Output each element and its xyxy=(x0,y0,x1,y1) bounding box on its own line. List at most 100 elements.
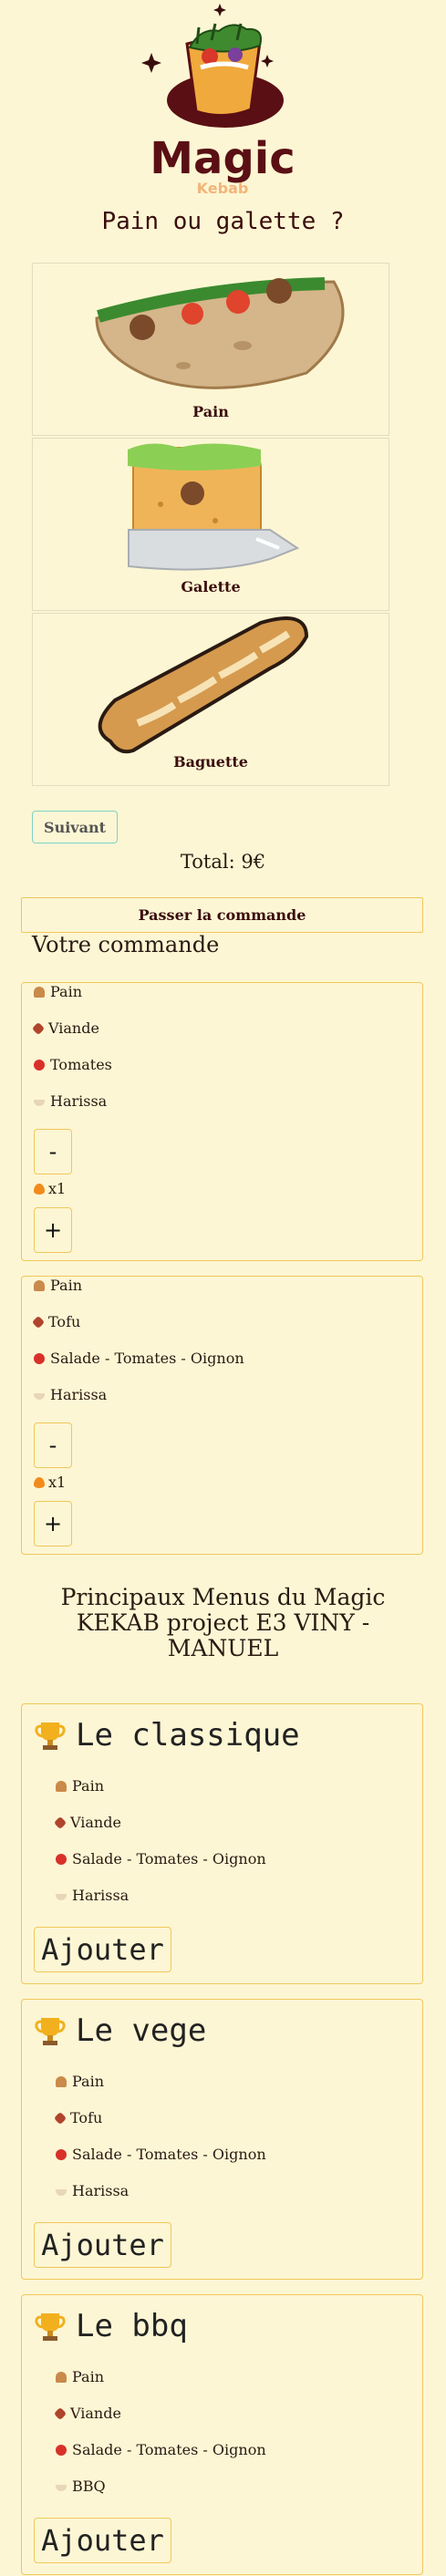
kebab-logo-icon xyxy=(185,23,262,117)
menu-item-label: Viande xyxy=(70,1814,121,1831)
menu-title: Le bbq xyxy=(34,2308,188,2344)
order-item-label: Pain xyxy=(50,983,83,1000)
menu-item-label: Pain xyxy=(72,1777,105,1795)
menu-item-label: Tofu xyxy=(70,2109,103,2126)
fire-icon xyxy=(34,1476,45,1488)
meat-icon xyxy=(31,1315,46,1329)
meat-icon xyxy=(53,1816,67,1829)
menu-item-label: Harissa xyxy=(72,1887,130,1904)
order-item: Salade - Tomates - Oignon xyxy=(34,1350,244,1367)
menu-item-label: Salade - Tomates - Oignon xyxy=(72,2441,266,2458)
order-item-label: Tofu xyxy=(48,1313,81,1330)
logo-title: Magic xyxy=(150,133,295,184)
menu-item-label: BBQ xyxy=(72,2478,106,2495)
menu-item-label: Pain xyxy=(72,2073,105,2090)
tomato-icon xyxy=(34,1352,45,1364)
meat-icon xyxy=(53,2111,67,2125)
logo-subtitle: Kebab xyxy=(197,180,249,197)
sauce-icon xyxy=(34,1100,45,1106)
menus-heading: Principaux Menus du Magic KEKAB project … xyxy=(60,1584,386,1661)
menu-item-label: Salade - Tomates - Oignon xyxy=(72,1850,266,1867)
menu-card-vege: Le vege Pain Tofu Salade - Tomates - Oig… xyxy=(21,1999,423,2280)
order-item: Tofu xyxy=(31,1313,81,1330)
menu-item: BBQ xyxy=(56,2478,106,2495)
question-heading: Pain ou galette ? xyxy=(101,208,345,235)
menu-item: Harissa xyxy=(56,2182,129,2199)
order-card: Pain Viande Tomates Harissa - x1 + xyxy=(21,982,423,1261)
tomato-icon xyxy=(34,1059,45,1071)
order-heading: Votre commande xyxy=(32,932,220,957)
menu-item: Viande xyxy=(53,1814,121,1831)
order-item: Harissa xyxy=(34,1386,107,1403)
total-price: Total: 9€ xyxy=(180,851,266,873)
choice-pain[interactable]: Pain xyxy=(32,263,389,436)
bread-icon xyxy=(34,1279,45,1291)
choice-galette[interactable]: Galette xyxy=(32,438,389,611)
choice-label: Baguette xyxy=(173,753,248,771)
menu-item-label: Salade - Tomates - Oignon xyxy=(72,2146,266,2163)
meat-icon xyxy=(53,2406,67,2420)
trophy-icon xyxy=(35,1723,66,1750)
menu-item: Viande xyxy=(53,2405,121,2422)
menu-item: Salade - Tomates - Oignon xyxy=(56,2441,266,2458)
menu-title-label: Le classique xyxy=(76,1717,300,1754)
menu-title-label: Le vege xyxy=(76,2012,207,2049)
logo: Magic Kebab xyxy=(141,4,296,197)
menu-item: Pain xyxy=(56,2073,104,2090)
quantity-display: x1 xyxy=(34,1180,66,1197)
tomato-icon xyxy=(56,1853,67,1865)
order-card: Pain Tofu Salade - Tomates - Oignon Hari… xyxy=(21,1276,423,1555)
increase-quantity-button[interactable]: + xyxy=(34,1501,72,1547)
tomato-icon xyxy=(56,2444,67,2456)
add-menu-button[interactable]: Ajouter xyxy=(34,2518,171,2563)
menu-item: Pain xyxy=(56,2368,104,2385)
bread-icon xyxy=(56,2371,67,2383)
menu-card-classique: Le classique Pain Viande Salade - Tomate… xyxy=(21,1703,423,1984)
add-menu-button[interactable]: Ajouter xyxy=(34,2222,171,2268)
sauce-icon xyxy=(56,1894,67,1900)
sauce-icon xyxy=(56,2189,67,2196)
bread-icon xyxy=(56,1780,67,1792)
menu-title-label: Le bbq xyxy=(76,2308,188,2344)
order-item: Pain xyxy=(34,1277,82,1294)
menu-item-label: Viande xyxy=(70,2405,121,2422)
choice-baguette[interactable]: Baguette xyxy=(32,613,389,786)
order-item-label: Harissa xyxy=(50,1386,108,1403)
order-item: Tomates xyxy=(34,1056,112,1073)
tomato-icon xyxy=(56,2148,67,2160)
menu-card-bbq: Le bbq Pain Viande Salade - Tomates - Oi… xyxy=(21,2294,423,2575)
menu-title: Le vege xyxy=(34,2012,206,2049)
choice-label: Galette xyxy=(181,578,241,595)
order-item: Pain xyxy=(34,983,82,1000)
bread-icon xyxy=(34,986,45,998)
meat-icon xyxy=(31,1021,46,1035)
menu-item-label: Pain xyxy=(72,2368,105,2385)
quantity-display: x1 xyxy=(34,1474,66,1491)
decrease-quantity-button[interactable]: - xyxy=(34,1129,72,1174)
order-item: Viande xyxy=(31,1019,99,1037)
sauce-icon xyxy=(34,1393,45,1400)
sauce-icon xyxy=(56,2485,67,2491)
increase-quantity-button[interactable]: + xyxy=(34,1207,72,1253)
order-item-label: Salade - Tomates - Oignon xyxy=(50,1350,244,1367)
add-menu-button[interactable]: Ajouter xyxy=(34,1927,171,1972)
place-order-button[interactable]: Passer la commande xyxy=(21,897,423,933)
order-item-label: Harissa xyxy=(50,1092,108,1110)
menu-item-label: Harissa xyxy=(72,2182,130,2199)
order-item-label: Viande xyxy=(48,1019,99,1037)
trophy-icon xyxy=(35,2018,66,2045)
trophy-icon xyxy=(35,2313,66,2341)
menu-title: Le classique xyxy=(34,1717,300,1754)
menu-item: Pain xyxy=(56,1777,104,1795)
decrease-quantity-button[interactable]: - xyxy=(34,1422,72,1468)
order-item-label: Pain xyxy=(50,1277,83,1294)
order-item-label: Tomates xyxy=(50,1056,112,1073)
menu-item: Tofu xyxy=(53,2109,103,2126)
order-item: Harissa xyxy=(34,1092,107,1110)
menu-item: Harissa xyxy=(56,1887,129,1904)
choice-label: Pain xyxy=(192,403,229,420)
quantity-label: x1 xyxy=(48,1474,67,1491)
next-button[interactable]: Suivant xyxy=(32,811,118,843)
menu-item: Salade - Tomates - Oignon xyxy=(56,2146,266,2163)
bread-icon xyxy=(56,2075,67,2087)
